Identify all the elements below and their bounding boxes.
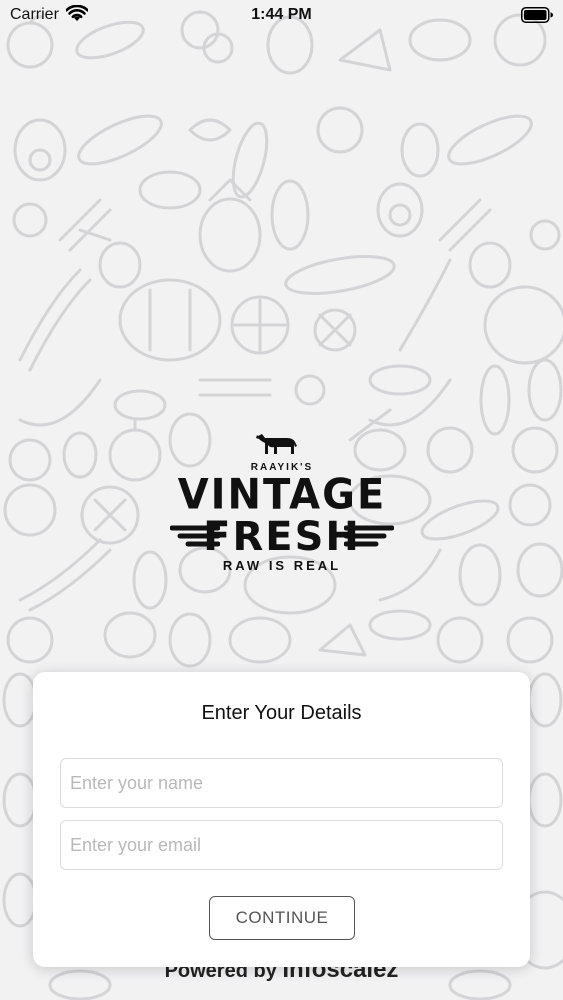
email-input[interactable] (60, 820, 503, 870)
details-title: Enter Your Details (201, 702, 362, 724)
bull-icon (254, 432, 297, 454)
status-bar: Carrier 1:44 PM (0, 0, 563, 32)
name-input[interactable] (60, 758, 503, 808)
continue-button[interactable]: CONTINUE (209, 896, 355, 940)
brand-logo: RAAYIK'S VINTAGE FRESH RAW IS REAL (170, 428, 394, 578)
logo-line-vintage: VINTAGE (177, 470, 387, 520)
logo-tagline: RAW IS REAL (222, 558, 342, 573)
battery-icon (521, 7, 553, 23)
right-wing-icon (344, 525, 394, 547)
status-time: 1:44 PM (251, 6, 312, 23)
details-card: Enter Your Details CONTINUE (33, 672, 530, 967)
